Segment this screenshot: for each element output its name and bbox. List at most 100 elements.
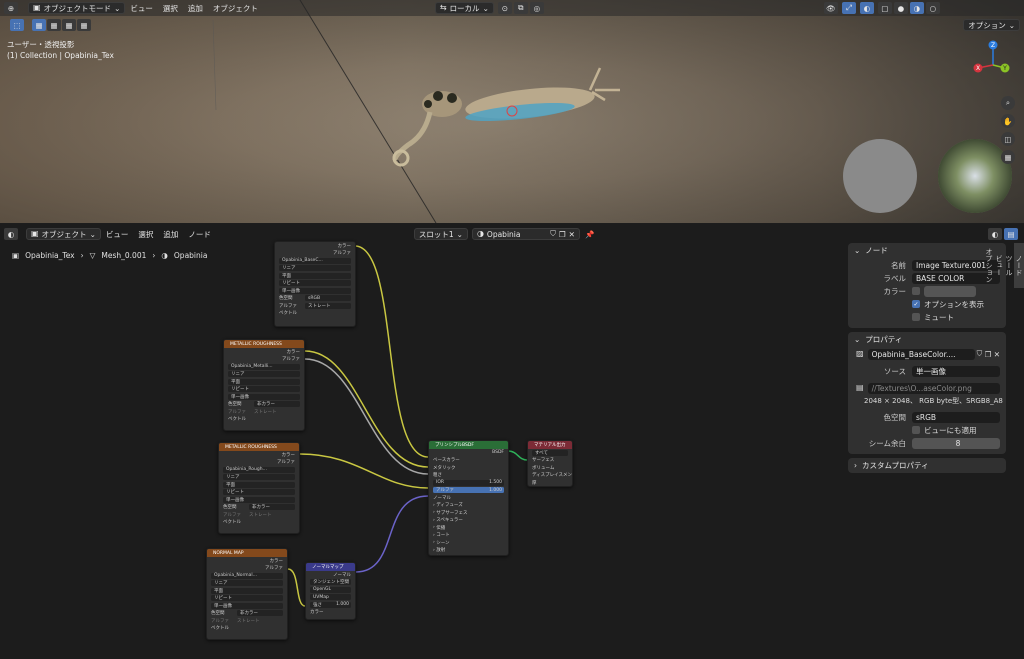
- properties-panel-header[interactable]: ⌄ プロパティ: [848, 332, 1006, 347]
- panel-coat[interactable]: › コート: [429, 532, 508, 540]
- projection-select[interactable]: 平面: [279, 272, 351, 279]
- image-icon: ▨: [856, 349, 864, 358]
- show-options-checkbox[interactable]: ✓: [912, 300, 920, 308]
- properties-panel: ⌄ プロパティ ▨ Opabinia_BaseColor.... ⛉ ❐ ✕ ソース単…: [848, 332, 1006, 454]
- mode-selector[interactable]: ▣ オブジェクトモード ⌄: [28, 2, 126, 14]
- image-texture-node-metallic[interactable]: METALLIC ROUGHNESS カラー アルファ Opabinia_Met…: [223, 339, 305, 431]
- panel-thin-film[interactable]: › 薄膜: [429, 554, 508, 555]
- source-select[interactable]: 単一画像: [912, 365, 1000, 377]
- panel-emission[interactable]: › 放射: [429, 547, 508, 555]
- grid-icon[interactable]: ▦: [1001, 150, 1015, 164]
- principled-bsdf-node[interactable]: プリンシプルBSDF BSDF ベースカラー メタリック 粗さ IOR 1.500…: [428, 440, 509, 556]
- image-selector[interactable]: Opabinia_Rough...: [223, 466, 295, 473]
- tab-node[interactable]: ノード: [1014, 243, 1024, 288]
- options-dropdown[interactable]: オプション ⌄: [963, 19, 1020, 31]
- xray-icon[interactable]: ▢: [877, 2, 892, 14]
- fake-user-shield-icon[interactable]: ⛉: [977, 349, 985, 359]
- menu-view[interactable]: ビュー: [125, 3, 158, 14]
- seam-margin-field[interactable]: 8: [912, 437, 1000, 449]
- editor-type-icon[interactable]: ⊕: [4, 2, 18, 14]
- tab-tool[interactable]: ツール: [1004, 243, 1014, 288]
- image-texture-node-roughness[interactable]: METALLIC ROUGHNESS カラー アルファ Opabinia_Rou…: [218, 442, 300, 534]
- tab-options[interactable]: オプション: [984, 243, 994, 288]
- node-color-field[interactable]: [924, 285, 976, 297]
- use-color-checkbox[interactable]: [912, 287, 920, 295]
- node-panel-header[interactable]: ⌄ ノード: [848, 243, 1006, 258]
- orientation-icon: ⇆: [439, 3, 447, 12]
- camera-icon[interactable]: ◫: [1001, 132, 1015, 146]
- navigation-gizmo[interactable]: Z X Y: [968, 40, 1018, 90]
- matcap-sphere: [843, 139, 917, 213]
- node-title: NORMAL MAP: [207, 549, 287, 557]
- output-alpha: アルファ: [333, 251, 351, 257]
- gizmo-x-label: X: [976, 65, 980, 72]
- strength-field[interactable]: 強さ 1.000: [310, 601, 351, 608]
- normal-map-node[interactable]: ノーマルマップ ノーマル タンジェント空間 OpenGL UVMap 強さ 1.0…: [305, 562, 356, 620]
- pan-hand-icon[interactable]: ✋: [1001, 114, 1015, 128]
- panel-subsurface[interactable]: › サブサーフェス: [429, 509, 508, 517]
- viewport-header: ⊕ ▣ オブジェクトモード ⌄ ビュー 選択 追加 オブジェクト ⇆ ローカル ⌄ ⊙ …: [0, 0, 1024, 16]
- alpha-field[interactable]: アルファ 1.000: [433, 487, 504, 494]
- panel-specular[interactable]: › スペキュラー: [429, 517, 508, 525]
- select-tool-icon[interactable]: ⬚: [10, 19, 24, 31]
- gizmo-icon[interactable]: ⤢: [841, 2, 856, 14]
- shading-material-icon[interactable]: ◑: [909, 2, 924, 14]
- tool-header: ⬚ ▦ ▦ ▦ ▦ オプション ⌄: [0, 17, 1024, 33]
- uvmap-select[interactable]: UVMap: [310, 594, 351, 601]
- image-selector[interactable]: Opabinia_BaseC...: [279, 257, 351, 264]
- close-icon[interactable]: ✕: [994, 350, 1000, 359]
- select-invert-icon[interactable]: ▦: [77, 19, 91, 31]
- ior-field[interactable]: IOR 1.500: [433, 479, 504, 486]
- target-select[interactable]: すべて: [532, 449, 568, 456]
- filepath-field[interactable]: //Textures\O...aseColor.png: [867, 382, 1000, 394]
- colorspace-select[interactable]: sRGB: [912, 411, 1000, 423]
- menu-select[interactable]: 選択: [158, 3, 183, 14]
- chevron-down-icon: ⌄: [854, 335, 861, 344]
- select-new-icon[interactable]: ▦: [32, 19, 46, 31]
- image-selector[interactable]: Opabinia_Normal...: [211, 572, 283, 579]
- transform-orientation-selector[interactable]: ⇆ ローカル ⌄: [434, 2, 494, 14]
- output-color: カラー: [337, 243, 352, 249]
- chevron-down-icon: ⌄: [1008, 20, 1015, 30]
- panel-diffuse[interactable]: › ディフューズ: [429, 502, 508, 510]
- snap-icon[interactable]: ⧉: [513, 2, 528, 14]
- pivot-icon[interactable]: ⊙: [497, 2, 512, 14]
- shading-solid-icon[interactable]: ●: [893, 2, 908, 14]
- menu-object[interactable]: オブジェクト: [208, 3, 263, 14]
- duplicate-icon[interactable]: ❐: [985, 350, 994, 359]
- source-select[interactable]: 単一画像: [279, 287, 351, 294]
- colorspace-select[interactable]: sRGB: [305, 295, 351, 302]
- space-select[interactable]: タンジェント空間: [310, 579, 351, 586]
- image-texture-node-base[interactable]: カラー アルファ Opabinia_BaseC... リニア 平面 リピート 単…: [274, 241, 356, 327]
- select-subtract-icon[interactable]: ▦: [62, 19, 76, 31]
- extension-select[interactable]: リピート: [279, 280, 351, 287]
- image-selector[interactable]: Opabinia_Metalli...: [228, 363, 300, 370]
- viewport-scene: [212, 0, 1012, 223]
- shading-rendered-icon[interactable]: ○: [925, 2, 940, 14]
- mute-checkbox[interactable]: [912, 313, 920, 321]
- opabinia-model[interactable]: [392, 67, 620, 167]
- 3d-viewport[interactable]: ⊕ ▣ オブジェクトモード ⌄ ビュー 選択 追加 オブジェクト ⇆ ローカル ⌄ ⊙ …: [0, 0, 1024, 223]
- image-datablock-field[interactable]: Opabinia_BaseColor....: [867, 348, 975, 360]
- panel-sheen[interactable]: › シーン: [429, 539, 508, 547]
- gizmo-y-label: Y: [1002, 65, 1007, 72]
- image-texture-node-normal[interactable]: NORMAL MAP カラー アルファ Opabinia_Normal... リ…: [206, 548, 288, 640]
- material-output-node[interactable]: マテリアル出力 すべて サーフェス ボリューム ディスプレイスメント 厚: [527, 440, 573, 487]
- node-title: ノーマルマップ: [306, 563, 355, 571]
- menu-add[interactable]: 追加: [183, 3, 208, 14]
- zoom-icon[interactable]: ⌕: [1001, 96, 1015, 110]
- custom-props-header[interactable]: › カスタムプロパティ: [848, 458, 1006, 473]
- tab-view[interactable]: ビュー: [994, 243, 1004, 288]
- overlay-icon[interactable]: ◐: [859, 2, 874, 14]
- interpolation-select[interactable]: リニア: [279, 265, 351, 272]
- input-vector: ベクトル: [279, 311, 297, 317]
- panel-transmission[interactable]: › 伝播: [429, 524, 508, 532]
- alpha-mode-select[interactable]: ストレート: [305, 302, 351, 309]
- view-transform-checkbox[interactable]: [912, 426, 920, 434]
- convention-select[interactable]: OpenGL: [310, 586, 351, 593]
- visibility-icon[interactable]: 👁: [823, 2, 838, 14]
- node-title: METALLIC ROUGHNESS: [219, 443, 299, 451]
- select-extend-icon[interactable]: ▦: [47, 19, 61, 31]
- proportional-icon[interactable]: ◎: [529, 2, 544, 14]
- chevron-down-icon: ⌄: [854, 246, 861, 255]
